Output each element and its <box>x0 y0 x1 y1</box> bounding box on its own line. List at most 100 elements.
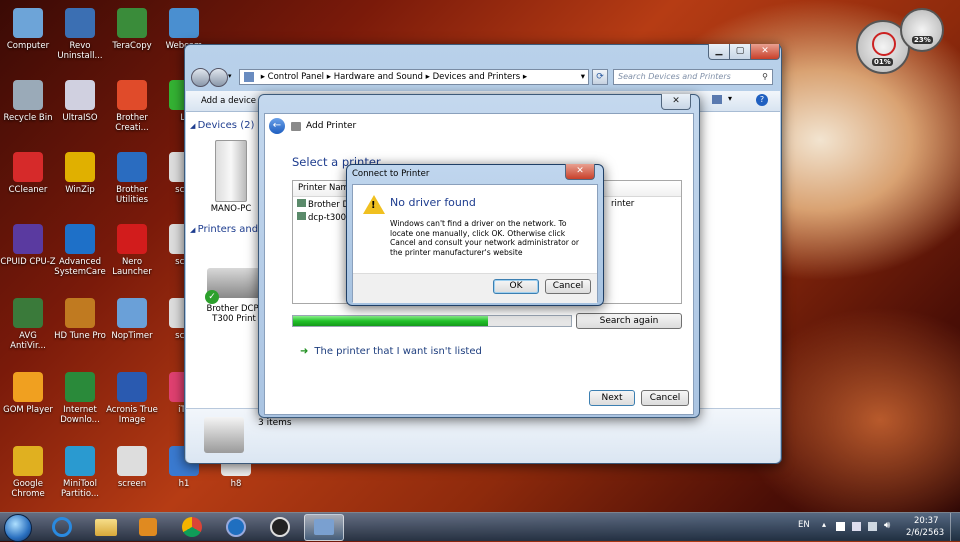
breadcrumb-devices-printers[interactable]: Devices and Printers <box>433 72 521 82</box>
desktop-icon[interactable]: TeraCopy <box>104 8 160 51</box>
start-button[interactable] <box>4 514 32 542</box>
refresh-button[interactable]: ⟳ <box>592 69 608 85</box>
breadcrumb-control-panel[interactable]: Control Panel <box>268 72 324 82</box>
add-device-button[interactable]: Add a device <box>201 96 256 106</box>
teracopy-icon <box>117 8 147 38</box>
desktop-icon[interactable]: GOM Player <box>0 372 56 415</box>
address-bar[interactable]: ▸ Control Panel ▸ Hardware and Sound ▸ D… <box>239 69 589 85</box>
folder-icon <box>95 519 117 536</box>
desktop-icon-label: Advanced SystemCare <box>54 257 106 277</box>
tray-flag-icon[interactable] <box>836 522 845 531</box>
minimize-button[interactable]: ▁ <box>708 44 730 60</box>
back-button[interactable] <box>191 68 210 87</box>
green-arrow-icon: ➜ <box>300 346 309 357</box>
desktop-icon[interactable]: Acronis True Image <box>104 372 160 425</box>
chrome-taskbar-icon[interactable] <box>174 515 210 541</box>
gauge-taskbar-icon[interactable] <box>262 515 298 541</box>
ccleaner-taskbar-icon[interactable] <box>218 515 254 541</box>
forward-button[interactable] <box>209 68 228 87</box>
view-chevron-down-icon[interactable]: ▾ <box>728 94 732 103</box>
recent-pages-chevron-icon[interactable]: ▾ <box>228 72 232 80</box>
warning-mark: ! <box>371 200 376 211</box>
printer-device[interactable]: ✓ Brother DCP-T300 Print <box>202 268 266 324</box>
media-player-taskbar-icon[interactable] <box>130 515 166 541</box>
list-item[interactable]: Brother D <box>297 199 349 210</box>
connect-dialog: Connect to Printer ✕ ! No driver found W… <box>346 164 604 306</box>
address-dropdown-icon[interactable]: ▾ <box>581 70 585 84</box>
show-desktop-button[interactable] <box>950 513 960 541</box>
tray-expand-icon[interactable]: ▴ <box>822 520 826 529</box>
desktop-icon[interactable]: Recycle Bin <box>0 80 56 123</box>
dialog-close-button[interactable]: ✕ <box>565 164 595 180</box>
tray-network-icon[interactable] <box>868 522 877 531</box>
desktop-icon[interactable]: NopTimer <box>104 298 160 341</box>
desktop-icon[interactable]: CCleaner <box>0 152 56 195</box>
taskbar: EN ▴ 🔊︎ 20:37 2/6/2563 <box>0 512 960 542</box>
desktop-icon[interactable]: Brother Creati... <box>104 80 160 133</box>
desktop-icon[interactable]: screen <box>104 446 160 489</box>
tray-volume-icon[interactable]: 🔊︎ <box>884 520 890 531</box>
desktop-icon[interactable]: Nero Launcher <box>104 224 160 277</box>
desktop-icon[interactable]: Computer <box>0 8 56 51</box>
devices-group-header[interactable]: ◢ Devices (2) <box>190 120 254 131</box>
clock-time[interactable]: 20:37 <box>914 516 939 526</box>
explorer-taskbar-icon[interactable] <box>88 515 124 541</box>
view-options-icon[interactable] <box>712 95 722 104</box>
computer-icon <box>13 8 43 38</box>
desktop-icon-label: Brother Creati... <box>115 113 149 133</box>
close-button[interactable]: ✕ <box>750 44 780 60</box>
desktop-icon-label: GOM Player <box>3 405 53 415</box>
desktop-icon[interactable]: Advanced SystemCare <box>52 224 108 277</box>
desktop-icon[interactable]: UltraISO <box>52 80 108 123</box>
help-icon[interactable]: ? <box>756 94 768 106</box>
ram-meter-gadget[interactable]: 23% <box>900 8 944 52</box>
screen-icon <box>117 446 147 476</box>
language-indicator[interactable]: EN <box>798 520 810 530</box>
desktop-icon[interactable]: Internet Downlo... <box>52 372 108 425</box>
search-input[interactable]: Search Devices and Printers ⚲ <box>613 69 773 85</box>
printer-small-icon <box>291 122 301 131</box>
desktop-icon-label: Nero Launcher <box>112 257 152 277</box>
list-item[interactable]: dcp-t300 <box>297 212 346 223</box>
desktop-icon-label: h1 <box>178 479 190 489</box>
computer-device[interactable]: MANO-PC <box>206 140 256 214</box>
desktop-icon[interactable]: Brother Utilities <box>104 152 160 205</box>
add-printer-close-button[interactable]: ✕ <box>661 94 691 110</box>
desktop-icon-label: h8 <box>230 479 242 489</box>
desktop-icon[interactable]: Revo Uninstall... <box>52 8 108 61</box>
desktop-icon-label: Internet Downlo... <box>60 405 100 425</box>
not-listed-link[interactable]: ➜ The printer that I want isn't listed <box>300 346 482 357</box>
dialog-cancel-button[interactable]: Cancel <box>545 279 591 294</box>
desktop-icon[interactable]: WinZip <box>52 152 108 195</box>
ok-button[interactable]: OK <box>493 279 539 294</box>
acronis-icon <box>117 372 147 402</box>
breadcrumb-hardware-sound[interactable]: Hardware and Sound <box>334 72 423 82</box>
devices-icon <box>314 519 334 535</box>
systemcare-icon <box>65 224 95 254</box>
maximize-button[interactable]: ▢ <box>729 44 751 60</box>
ie-taskbar-icon[interactable] <box>44 515 80 541</box>
device-label: MANO-PC <box>210 204 252 214</box>
hdtune-icon <box>65 298 95 328</box>
wizard-cancel-button[interactable]: Cancel <box>641 390 689 406</box>
search-again-button[interactable]: Search again <box>576 313 682 329</box>
tray-device-icon[interactable] <box>852 522 861 531</box>
control-panel-taskbar-button[interactable] <box>304 514 344 541</box>
desktop-icon[interactable]: Google Chrome <box>0 446 56 499</box>
desktop-icon[interactable]: AVG AntiVir... <box>0 298 56 351</box>
desktop-icon[interactable]: CPUID CPU-Z <box>0 224 56 267</box>
desktop-icon-label: Acronis True Image <box>106 405 158 425</box>
webcam-icon <box>169 8 199 38</box>
collapse-chevron-icon: ◢ <box>190 226 198 234</box>
desktop-icon[interactable]: MiniTool Partitio... <box>52 446 108 499</box>
desktop-icon-label: CCleaner <box>8 185 48 195</box>
clock-date[interactable]: 2/6/2563 <box>906 528 944 538</box>
col-address-fragment[interactable]: rinter <box>611 197 634 212</box>
network-printer-icon <box>297 212 306 220</box>
printers-group-header[interactable]: ◢ Printers and <box>190 224 258 235</box>
wizard-back-button[interactable]: ← <box>269 118 285 134</box>
desktop-icon[interactable]: HD Tune Pro <box>52 298 108 341</box>
chrome-icon <box>13 446 43 476</box>
recycle-bin-icon <box>13 80 43 110</box>
next-button[interactable]: Next <box>589 390 635 406</box>
